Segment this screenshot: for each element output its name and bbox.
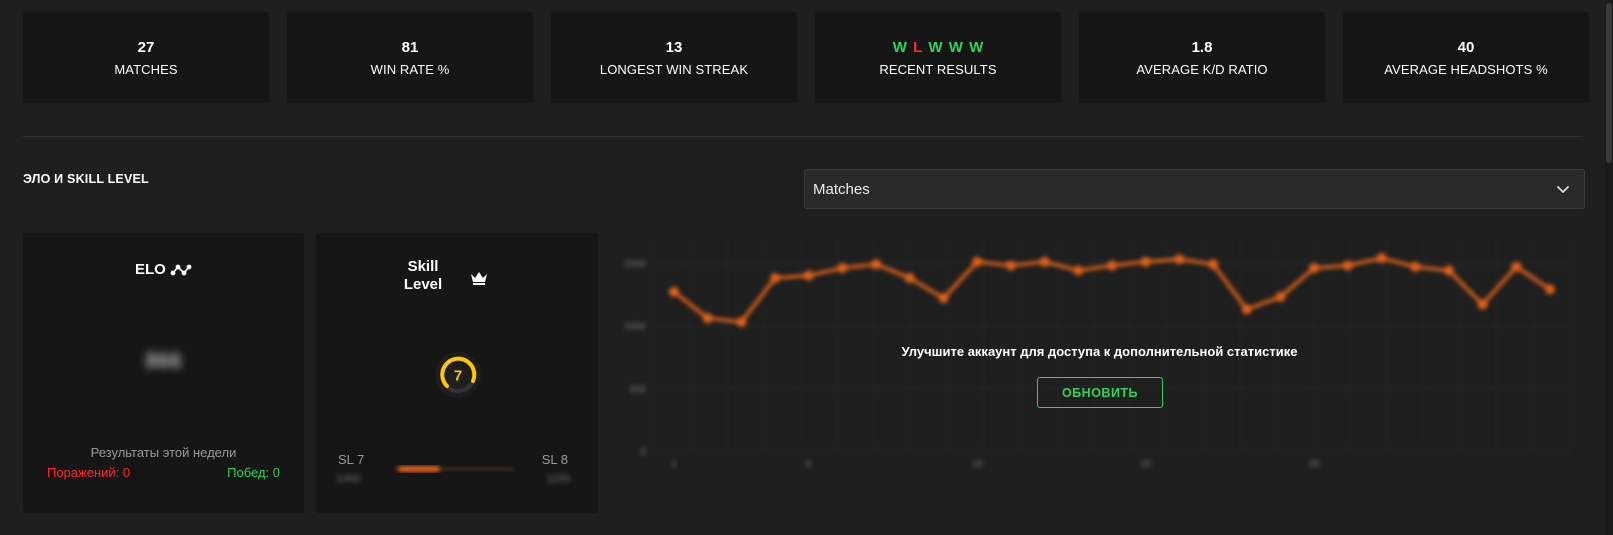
data-point <box>938 293 949 304</box>
data-point <box>1174 254 1185 265</box>
data-point <box>837 263 848 274</box>
x-tick-label: 15 <box>1140 459 1152 470</box>
recent-results: W L W W W <box>815 39 1061 57</box>
skill-level-next: SL 8 <box>541 452 568 467</box>
stat-label: LONGEST WIN STREAK <box>599 62 749 77</box>
elo-title: ELO <box>135 261 166 278</box>
data-point <box>1545 284 1555 295</box>
elo-panel: ELO 866 Результаты этой недели Поражений… <box>23 233 304 513</box>
week-losses: Поражений: 0 <box>47 465 131 480</box>
stat-label: WIN RATE % <box>370 62 450 77</box>
skill-progress-bar <box>394 466 514 472</box>
x-tick-label: 10 <box>972 459 984 470</box>
stat-label: AVERAGE K/D RATIO <box>1136 62 1268 77</box>
stat-value: 81 <box>401 39 419 56</box>
chart-mode-select[interactable]: Matches <box>804 169 1585 209</box>
result-loss: L <box>913 39 923 56</box>
select-value: Matches <box>813 181 870 198</box>
stat-label: AVERAGE HEADSHOTS % <box>1384 62 1548 77</box>
stat-card-average-kd: 1.8 AVERAGE K/D RATIO <box>1079 12 1325 103</box>
divider <box>23 136 1583 137</box>
crown-icon <box>471 272 487 285</box>
y-tick-label: 0 <box>640 447 646 458</box>
data-point <box>1477 299 1488 310</box>
x-tick-label: 5 <box>806 459 812 470</box>
data-point <box>1005 260 1016 271</box>
stat-card-longest-win-streak: 13 LONGEST WIN STREAK <box>551 12 797 103</box>
data-point <box>669 286 679 297</box>
data-point <box>1342 260 1353 271</box>
x-tick-label: 1 <box>671 459 677 470</box>
stat-value: 27 <box>137 39 155 56</box>
stat-label: RECENT RESULTS <box>879 62 997 77</box>
data-point <box>871 259 882 270</box>
scrollbar[interactable] <box>1605 0 1613 535</box>
data-point <box>1275 291 1286 302</box>
data-point <box>803 270 814 281</box>
data-point <box>1309 263 1320 274</box>
y-tick-label: 500 <box>629 384 646 395</box>
data-point <box>1039 256 1050 267</box>
section-title: ЭЛО И SKILL LEVEL <box>23 172 149 186</box>
skill-level-current: SL 7 <box>338 452 365 467</box>
data-point <box>972 256 983 267</box>
stat-card-matches: 27 MATCHES <box>23 12 269 103</box>
elo-value: 866 <box>145 348 182 373</box>
data-point <box>1511 261 1522 272</box>
data-point <box>1376 253 1387 264</box>
skill-level-number: 7 <box>454 368 462 385</box>
data-point <box>1073 265 1084 276</box>
stat-label: MATCHES <box>114 62 178 77</box>
data-point <box>702 313 713 324</box>
stat-value: 40 <box>1457 39 1475 56</box>
result-win: W <box>928 39 943 56</box>
scroll-thumb[interactable] <box>1606 3 1612 163</box>
stat-card-average-headshots: 40 AVERAGE HEADSHOTS % <box>1343 12 1589 103</box>
y-tick-label: 1500 <box>624 259 647 270</box>
skill-level-badge-icon: 7 <box>435 352 481 398</box>
chevron-down-icon <box>1557 186 1569 193</box>
elo-heading: ELO <box>135 261 192 278</box>
data-point <box>904 273 915 284</box>
skill-level-next-elo: 1150 <box>546 473 570 485</box>
data-point <box>1107 260 1117 271</box>
skill-level-current-elo: 1000 <box>336 473 361 485</box>
stat-card-recent-results: W L W W W RECENT RESULTS <box>815 12 1061 103</box>
week-wins: Побед: 0 <box>227 465 280 480</box>
stat-card-win-rate: 81 WIN RATE % <box>287 12 533 103</box>
data-point <box>1140 256 1151 267</box>
elo-trend-icon <box>170 264 192 275</box>
skill-level-title: Skill Level <box>398 258 448 294</box>
skill-title-line: Level <box>403 276 443 293</box>
data-point <box>770 273 781 284</box>
data-point <box>736 316 747 327</box>
data-point <box>1241 304 1252 315</box>
result-win: W <box>969 39 984 56</box>
week-results-label: Результаты этой недели <box>90 445 237 460</box>
data-point <box>1208 259 1219 270</box>
data-point <box>1443 265 1454 276</box>
y-tick-label: 1000 <box>624 322 647 333</box>
skill-title-line: Skill <box>407 258 439 275</box>
stat-value: 1.8 <box>1191 39 1213 56</box>
skill-level-panel: Skill Level 7 SL 7 SL 8 1000 1150 <box>316 233 598 513</box>
result-win: W <box>948 39 963 56</box>
data-point <box>1410 261 1421 272</box>
upgrade-button[interactable]: ОБНОВИТЬ <box>1037 377 1163 408</box>
result-win: W <box>892 39 907 56</box>
upgrade-message: Улучшите аккаунт для доступа к дополните… <box>901 344 1298 359</box>
x-tick-label: 20 <box>1309 459 1321 470</box>
stat-value: 13 <box>665 39 683 56</box>
